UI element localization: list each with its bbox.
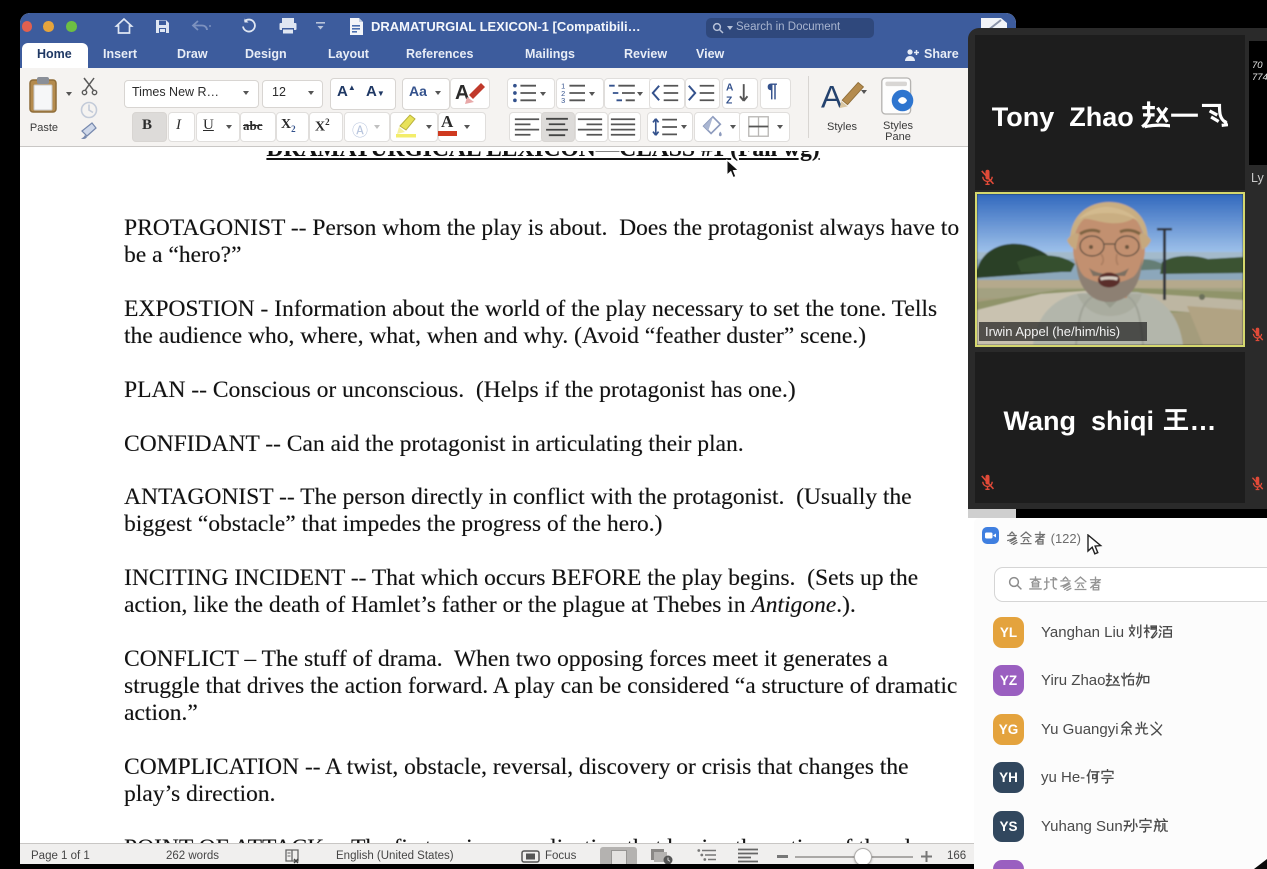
svg-text:A: A: [726, 83, 734, 94]
svg-text:Irwin Appel (he/him/his): Irwin Appel (he/him/his): [985, 324, 1120, 339]
svg-text:3: 3: [561, 96, 565, 104]
svg-text:A: A: [821, 78, 843, 114]
svg-text:Z: Z: [726, 96, 732, 106]
